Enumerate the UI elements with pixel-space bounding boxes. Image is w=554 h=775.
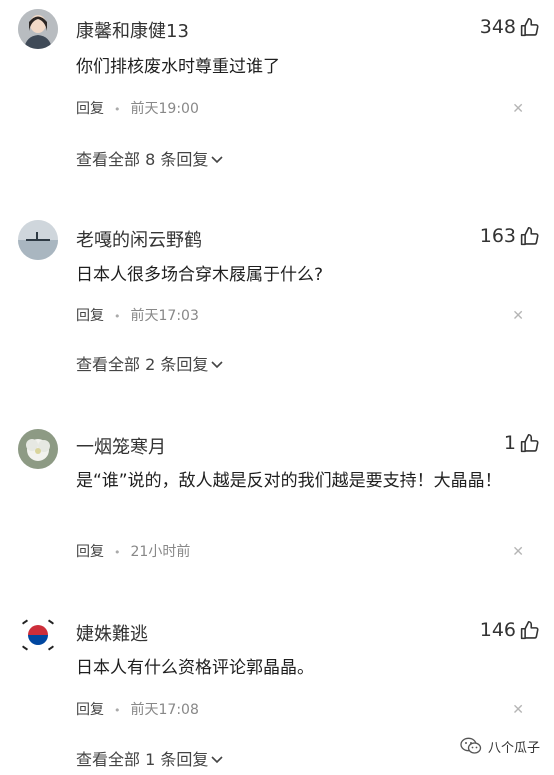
comment-meta: 回复 • 前天19:00 — [76, 98, 199, 118]
close-icon[interactable]: ✕ — [512, 101, 524, 117]
avatar[interactable] — [18, 9, 58, 49]
reply-button[interactable]: 回复 — [76, 308, 104, 324]
like-count: 163 — [479, 225, 516, 247]
separator-dot: • — [114, 103, 121, 116]
chevron-down-icon — [210, 356, 224, 375]
chevron-down-icon — [210, 151, 224, 170]
username[interactable]: 一烟笼寒月 — [76, 433, 166, 459]
comment-text: 日本人有什么资格评论郭晶晶。 — [76, 658, 314, 678]
close-icon[interactable]: ✕ — [512, 702, 524, 718]
avatar[interactable] — [18, 615, 58, 655]
close-icon[interactable]: ✕ — [512, 544, 524, 560]
like-count: 348 — [479, 16, 516, 38]
avatar[interactable] — [18, 429, 58, 469]
username[interactable]: 婕姝難逃 — [76, 620, 148, 646]
reply-button[interactable]: 回复 — [76, 702, 104, 718]
thumbs-up-icon[interactable] — [519, 226, 540, 247]
thumbs-up-icon[interactable] — [519, 620, 540, 641]
watermark: 八个瓜子 — [460, 737, 540, 760]
reply-button[interactable]: 回复 — [76, 101, 104, 117]
close-icon[interactable]: ✕ — [512, 308, 524, 324]
timestamp: 前天19:00 — [130, 101, 199, 117]
username[interactable]: 老嘎的闲云野鹤 — [76, 226, 202, 252]
like-count: 146 — [479, 619, 516, 641]
comment-text: 你们排核废水时尊重过谁了 — [76, 57, 280, 77]
view-replies-button[interactable]: 查看全部 1 条回复 — [76, 746, 224, 770]
timestamp: 21小时前 — [130, 544, 191, 560]
separator-dot: • — [114, 704, 121, 717]
comment-text: 日本人很多场合穿木屐属于什么? — [76, 265, 324, 285]
thumbs-up-icon[interactable] — [519, 17, 540, 38]
separator-dot: • — [114, 546, 121, 559]
comment-text: 是“谁”说的，敌人越是反对的我们越是要支持！大晶晶！ — [76, 471, 502, 491]
timestamp: 前天17:08 — [130, 702, 199, 718]
comment-meta: 回复 • 前天17:08 — [76, 699, 199, 719]
wechat-icon — [460, 737, 482, 759]
view-replies-label: 查看全部 1 条回复 — [76, 750, 209, 769]
view-replies-button[interactable]: 查看全部 2 条回复 — [76, 351, 224, 375]
avatar[interactable] — [18, 220, 58, 260]
view-replies-label: 查看全部 2 条回复 — [76, 355, 209, 374]
reply-button[interactable]: 回复 — [76, 544, 104, 560]
comment-meta: 回复 • 前天17:03 — [76, 305, 199, 325]
separator-dot: • — [114, 310, 121, 323]
view-replies-button[interactable]: 查看全部 8 条回复 — [76, 146, 224, 170]
view-replies-label: 查看全部 8 条回复 — [76, 150, 209, 169]
thumbs-up-icon[interactable] — [519, 433, 540, 454]
like-count: 1 — [503, 432, 516, 454]
watermark-text: 八个瓜子 — [487, 740, 540, 756]
chevron-down-icon — [210, 751, 224, 770]
username[interactable]: 康馨和康健13 — [76, 17, 189, 43]
timestamp: 前天17:03 — [130, 308, 199, 324]
comment-meta: 回复 • 21小时前 — [76, 541, 190, 561]
